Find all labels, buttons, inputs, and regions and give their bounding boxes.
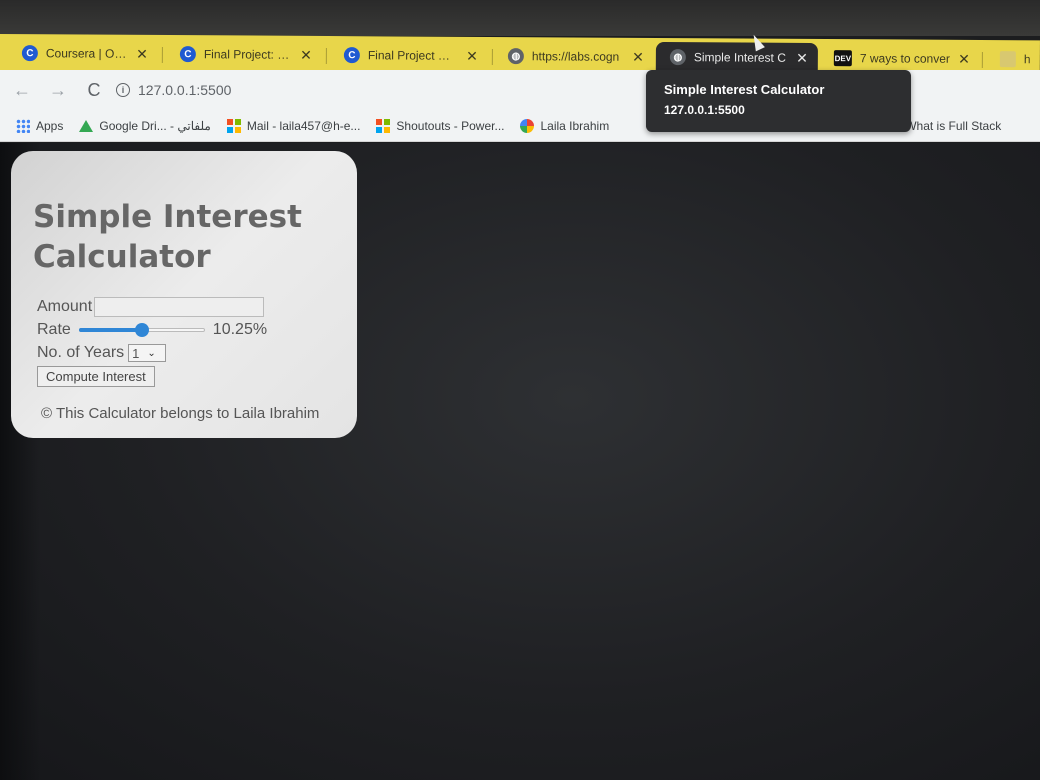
tab-title: html: [1023, 52, 1030, 67]
bookmark-label: Shoutouts - Power...: [396, 118, 505, 133]
forward-button[interactable]: →: [42, 74, 74, 106]
slider-thumb[interactable]: [134, 323, 149, 337]
tab-coursera[interactable]: C Coursera | Online ✕: [8, 38, 158, 69]
footer-text: © This Calculator belongs to Laila Ibrah…: [41, 405, 320, 422]
bookmark-label: Google Dri... - ملفاتي: [99, 118, 211, 133]
close-icon[interactable]: ✕: [958, 50, 970, 67]
tab-labs[interactable]: ◍ https://labs.cogn ✕: [494, 41, 654, 72]
reload-icon: C: [87, 79, 101, 100]
rate-row: Rate 10.25%: [37, 320, 337, 340]
tooltip-title: Simple Interest Calculator: [664, 82, 825, 97]
amount-label: Amount: [37, 298, 93, 315]
monitor-bezel: [0, 0, 1040, 36]
bookmark-label: Laila Ibrahim: [540, 118, 610, 133]
bookmark-shoutouts[interactable]: Shoutouts - Power...: [376, 118, 505, 133]
bookmark-label: Mail - laila457@h-e...: [246, 118, 361, 133]
tab-divider: [325, 47, 327, 64]
tab-title: 7 ways to conver: [859, 51, 950, 66]
tab-title: Final Project Ove: [367, 48, 459, 63]
close-icon[interactable]: ✕: [796, 49, 808, 66]
apps-icon: [16, 118, 30, 133]
back-arrow-icon: ←: [13, 79, 31, 100]
tab-title: Coursera | Online: [45, 46, 129, 61]
microsoft-icon: [376, 118, 391, 133]
tooltip-url: 127.0.0.1:5500: [664, 103, 745, 117]
page-title: Simple Interest Calculator: [33, 199, 302, 275]
years-select[interactable]: 1 ⌄: [128, 344, 167, 362]
tab-final-project-sub[interactable]: C Final Project: Sub ✕: [166, 39, 322, 70]
close-icon[interactable]: ✕: [136, 45, 148, 62]
years-label: No. of Years: [37, 344, 125, 361]
tab-simple-interest[interactable]: ◍ Simple Interest C ✕: [655, 42, 818, 73]
google-drive-icon: [79, 119, 94, 132]
rate-value: 10.25%: [212, 321, 268, 338]
tab-title: Final Project: Sub: [203, 47, 293, 62]
coursera-icon: C: [21, 45, 38, 62]
bookmark-mail[interactable]: Mail - laila457@h-e...: [226, 118, 361, 133]
back-button[interactable]: ←: [6, 74, 38, 106]
years-row: No. of Years 1 ⌄: [37, 343, 337, 363]
coursera-icon: C: [179, 46, 196, 63]
tab-divider: [981, 51, 983, 69]
tab-title: Simple Interest C: [693, 50, 786, 65]
years-value: 1: [132, 345, 140, 361]
coursera-icon: C: [343, 47, 360, 64]
bookmark-laila[interactable]: Laila Ibrahim: [520, 118, 610, 133]
bookmark-label: What is Full Stack: [905, 118, 1002, 133]
document-icon: [999, 51, 1016, 68]
rate-slider[interactable]: [78, 323, 205, 337]
slider-fill: [78, 328, 142, 332]
dev-icon: DEV: [833, 50, 852, 67]
chevron-down-icon: ⌄: [147, 347, 156, 359]
bookmark-apps[interactable]: Apps: [16, 118, 64, 133]
globe-icon: ◍: [507, 48, 524, 65]
tab-title: https://labs.cogn: [531, 49, 620, 64]
rate-label: Rate: [37, 321, 71, 338]
close-icon[interactable]: ✕: [632, 48, 644, 65]
tab-divider: [491, 49, 493, 66]
calculator-card: Simple Interest Calculator Amount Rate 1…: [11, 151, 357, 438]
pinwheel-icon: [520, 118, 535, 133]
amount-row: Amount: [37, 297, 337, 317]
tab-divider: [161, 46, 163, 63]
amount-input[interactable]: [94, 297, 265, 317]
microsoft-icon: [226, 118, 241, 133]
close-icon[interactable]: ✕: [466, 47, 478, 64]
bookmark-google-drive[interactable]: Google Dri... - ملفاتي: [79, 119, 211, 133]
forward-arrow-icon: →: [49, 79, 67, 100]
tab-tooltip: Simple Interest Calculator 127.0.0.1:550…: [646, 70, 911, 132]
reload-button[interactable]: C: [78, 74, 110, 106]
globe-icon: ◍: [669, 49, 686, 66]
info-icon[interactable]: i: [116, 83, 130, 97]
bookmark-label: Apps: [36, 118, 64, 133]
compute-interest-button[interactable]: Compute Interest: [37, 366, 155, 387]
close-icon[interactable]: ✕: [300, 46, 312, 63]
address-text: 127.0.0.1:5500: [138, 82, 232, 98]
tab-final-project-ove[interactable]: C Final Project Ove ✕: [330, 40, 488, 71]
